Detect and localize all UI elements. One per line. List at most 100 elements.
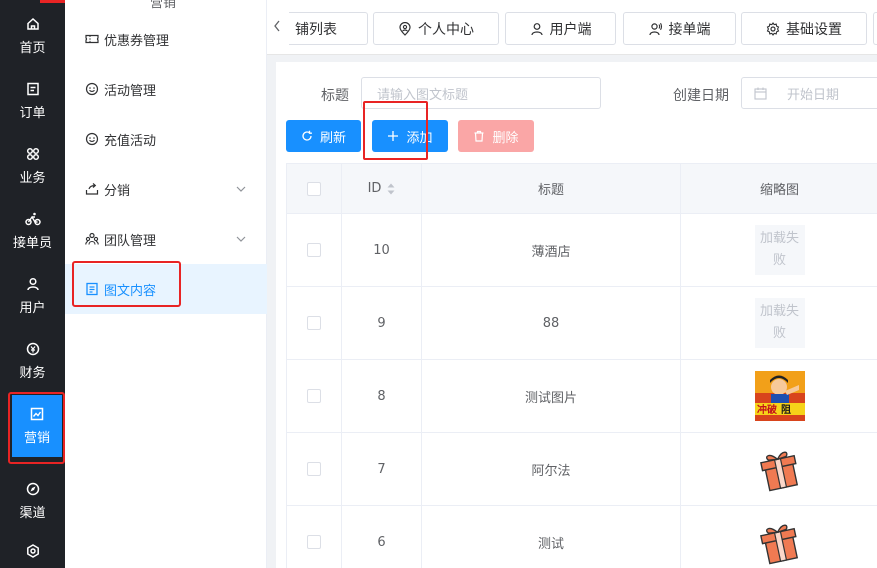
row-title: 88 — [422, 287, 681, 359]
nav-label: 财务 — [19, 365, 46, 381]
delete-button[interactable]: 删除 — [458, 120, 534, 152]
header-id[interactable]: ID — [342, 164, 422, 213]
tab-shop-list[interactable]: 铺列表 — [289, 12, 368, 45]
select-all-checkbox[interactable] — [307, 181, 321, 196]
submenu-item-distribution[interactable]: 分销 — [65, 164, 267, 214]
row-id: 7 — [342, 433, 422, 505]
header-id-label: ID — [367, 181, 382, 196]
user-icon — [530, 22, 544, 36]
tab-overflow[interactable] — [873, 12, 877, 45]
nav-label: 首页 — [19, 40, 46, 56]
row-select-cell — [287, 433, 342, 505]
highlight-box — [72, 261, 181, 307]
start-date-placeholder: 开始日期 — [787, 87, 840, 103]
row-checkbox[interactable] — [307, 389, 321, 403]
row-title: 测试图片 — [422, 360, 681, 432]
gift-thumbnail-image[interactable] — [754, 517, 805, 567]
submenu-title: 营销 — [150, 0, 177, 11]
nav-item-order[interactable]: 订单 — [0, 68, 65, 133]
highlight-box — [8, 392, 65, 464]
tab-rider-client[interactable]: 接单端 — [623, 12, 736, 45]
submenu-item-activity[interactable]: 活动管理 — [65, 64, 267, 114]
nav-item-home[interactable]: 首页 — [0, 3, 65, 68]
row-checkbox[interactable] — [307, 316, 321, 330]
calendar-icon — [754, 87, 767, 100]
tab-label: 铺列表 — [295, 21, 337, 38]
tab-label: 接单端 — [668, 21, 711, 38]
chevron-left-icon[interactable] — [271, 18, 283, 34]
row-title: 阿尔法 — [422, 433, 681, 505]
submenu-label: 优惠券管理 — [104, 33, 170, 49]
tab-personal-center[interactable]: 个人中心 — [373, 12, 499, 45]
team-icon — [85, 232, 99, 246]
tab-basic-settings[interactable]: 基础设置 — [741, 12, 867, 45]
svg-text:阻: 阻 — [781, 404, 791, 416]
nav-item-user[interactable]: 用户 — [0, 263, 65, 328]
thumbnail-error: 加载失败 — [754, 225, 805, 275]
main-nav: 首页 订单 业务 接单员 用户 财务 营销 渠道 — [0, 0, 65, 568]
header-title: 标题 — [422, 164, 681, 213]
row-title: 薄酒店 — [422, 214, 681, 286]
start-date-input[interactable]: 开始日期 — [741, 77, 877, 109]
row-id: 6 — [342, 506, 422, 568]
tab-label: 基础设置 — [786, 21, 842, 38]
location-user-icon — [398, 21, 412, 36]
header-title-label: 标题 — [537, 183, 564, 198]
smile-icon — [85, 82, 99, 96]
title-filter-label: 标题 — [321, 88, 349, 104]
submenu-label: 充值活动 — [104, 133, 157, 149]
row-thumbnail-cell: 加载失败 — [681, 214, 877, 286]
nav-item-business[interactable]: 业务 — [0, 133, 65, 198]
highlight-box — [363, 101, 428, 160]
row-checkbox[interactable] — [307, 535, 321, 549]
nav-label: 渠道 — [19, 505, 46, 521]
nav-item-channel[interactable]: 渠道 — [0, 468, 65, 533]
nav-item-rider[interactable]: 接单员 — [0, 198, 65, 263]
svg-text:冲破: 冲破 — [757, 403, 777, 416]
user-voice-icon — [648, 22, 663, 36]
home-icon — [25, 16, 41, 32]
row-id: 8 — [342, 360, 422, 432]
row-id: 10 — [342, 214, 422, 286]
nav-label: 设置 — [19, 564, 45, 568]
row-checkbox[interactable] — [307, 243, 321, 257]
header-thumbnail-label: 缩略图 — [759, 183, 799, 198]
nav-label: 业务 — [19, 170, 46, 186]
nav-item-finance[interactable]: 财务 — [0, 328, 65, 393]
table-row: 8 测试图片 冲破 阻 — [287, 360, 877, 433]
submenu-label: 分销 — [104, 183, 131, 199]
row-thumbnail-cell: 加载失败 — [681, 287, 877, 359]
row-checkbox[interactable] — [307, 462, 321, 476]
delete-label: 删除 — [492, 130, 519, 146]
gift-thumbnail-image[interactable] — [754, 444, 805, 494]
nav-item-settings[interactable]: 设置 — [0, 530, 65, 568]
row-thumbnail-cell — [681, 506, 877, 568]
submenu-item-recharge[interactable]: 充值活动 — [65, 114, 267, 164]
cartoon-thumbnail-image[interactable]: 冲破 阻 — [754, 371, 805, 421]
article-table: ID 标题 缩略图 10 薄酒店 加载失败 9 88 加载失败 8 测试图片 冲… — [286, 163, 877, 568]
ticket-icon — [85, 32, 99, 46]
chevron-down-icon — [235, 233, 247, 245]
tab-user-client[interactable]: 用户端 — [505, 12, 616, 45]
sort-icon — [387, 183, 395, 195]
submenu-item-team[interactable]: 团队管理 — [65, 214, 267, 264]
thumbnail-error: 加载失败 — [754, 298, 805, 348]
row-select-cell — [287, 506, 342, 568]
refresh-button[interactable]: 刷新 — [286, 120, 361, 152]
title-search-placeholder: 请输入图文标题 — [377, 87, 469, 103]
user-icon — [25, 276, 41, 292]
nav-label: 订单 — [19, 105, 46, 121]
row-thumbnail-cell — [681, 433, 877, 505]
settings-icon — [25, 543, 41, 559]
submenu-item-coupon[interactable]: 优惠券管理 — [65, 14, 267, 64]
table-row: 9 88 加载失败 — [287, 287, 877, 360]
refresh-label: 刷新 — [319, 130, 346, 146]
order-icon — [25, 81, 41, 97]
compass-icon — [25, 481, 41, 497]
trash-icon — [473, 130, 485, 142]
table-row: 7 阿尔法 — [287, 433, 877, 506]
tab-label: 用户端 — [549, 21, 592, 38]
refresh-icon — [301, 130, 313, 142]
money-icon — [25, 341, 41, 357]
header-thumbnail: 缩略图 — [681, 164, 877, 213]
